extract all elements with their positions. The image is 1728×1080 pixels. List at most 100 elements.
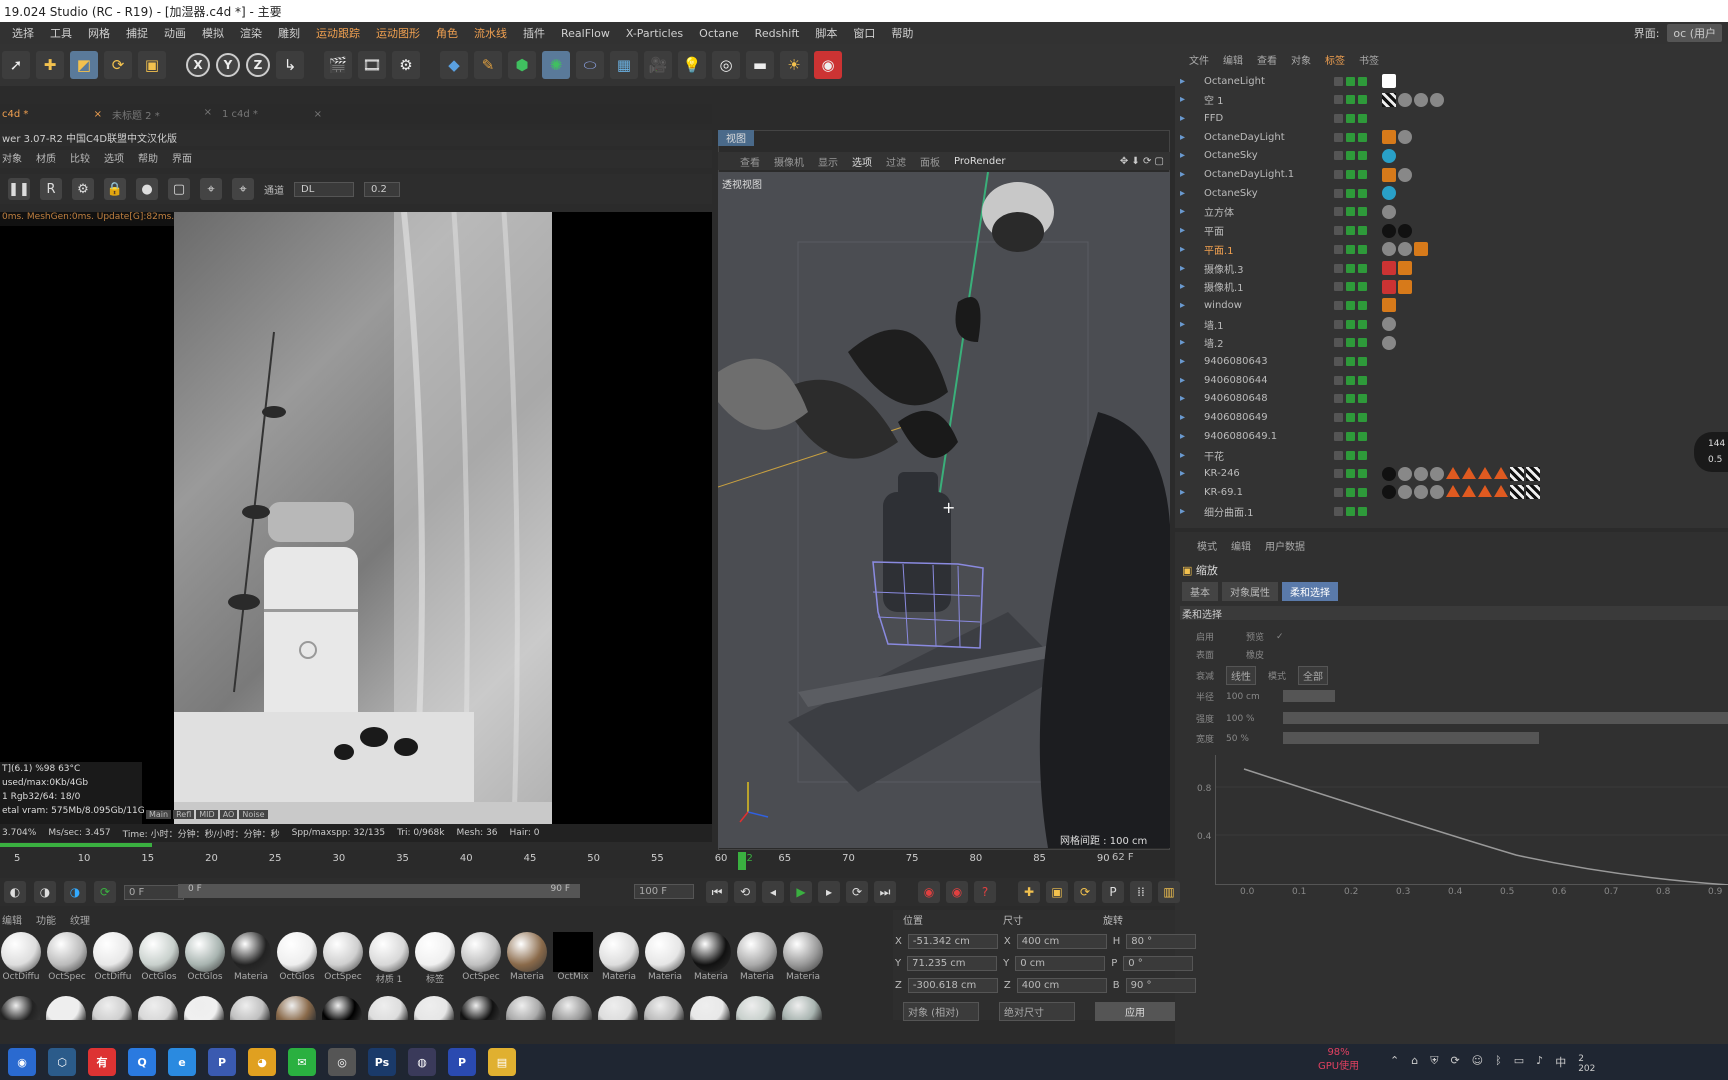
- om-menu-tags[interactable]: 标签: [1325, 52, 1345, 67]
- object-name[interactable]: FFD: [1204, 113, 1324, 124]
- tag-icon[interactable]: [1382, 130, 1396, 145]
- lv-menu-interface[interactable]: 界面: [172, 150, 192, 168]
- object-row[interactable]: ▸ window: [1180, 296, 1728, 314]
- object-name[interactable]: KR-246: [1204, 468, 1324, 479]
- tag-icon[interactable]: [1414, 242, 1428, 257]
- object-name[interactable]: 平面.1: [1204, 242, 1324, 257]
- autokey-icon[interactable]: ⟳: [94, 881, 116, 903]
- object-tags[interactable]: [1382, 148, 1396, 163]
- channel-amount[interactable]: 0.2: [364, 181, 400, 197]
- object-visibility-flags[interactable]: [1334, 487, 1374, 497]
- object-name[interactable]: 9406080648: [1204, 393, 1324, 404]
- object-visibility-flags[interactable]: [1334, 151, 1374, 161]
- material-ball-icon[interactable]: [276, 996, 316, 1020]
- menu-octane[interactable]: Octane: [699, 27, 739, 40]
- object-tags[interactable]: [1382, 279, 1412, 294]
- tag-icon[interactable]: [1382, 148, 1396, 163]
- object-row[interactable]: ▸ 摄像机.3: [1180, 259, 1728, 277]
- app-circle-icon[interactable]: ◎: [328, 1048, 356, 1076]
- vp-menu-cameras[interactable]: 摄像机: [774, 154, 804, 169]
- area-light-icon[interactable]: ▬: [746, 51, 774, 79]
- octane-camera-icon[interactable]: ◉: [814, 51, 842, 79]
- menu-render[interactable]: 渲染: [240, 25, 262, 41]
- help-key-icon[interactable]: ?: [974, 881, 996, 903]
- material-ball-icon[interactable]: [736, 996, 776, 1020]
- material-swatch[interactable]: Materia: [736, 932, 778, 988]
- object-visibility-flags[interactable]: [1334, 113, 1374, 123]
- sun-icon[interactable]: ☀: [780, 51, 808, 79]
- material-swatch[interactable]: Materia: [782, 932, 824, 988]
- render-preview[interactable]: [174, 212, 552, 824]
- object-row[interactable]: ▸ KR-69.1: [1180, 483, 1728, 501]
- vp-menu-panel[interactable]: 面板: [920, 154, 940, 169]
- menu-window[interactable]: 窗口: [853, 25, 875, 41]
- width-slider[interactable]: [1283, 732, 1539, 744]
- material-swatch[interactable]: OctGlos: [138, 932, 180, 988]
- key-scale-icon[interactable]: ▣: [1046, 881, 1068, 903]
- object-visibility-flags[interactable]: [1334, 506, 1374, 516]
- z-axis-icon[interactable]: Z: [246, 53, 270, 77]
- tag-icon[interactable]: [1446, 466, 1460, 479]
- object-name[interactable]: 9406080649.1: [1204, 431, 1324, 442]
- menu-plugins[interactable]: 插件: [523, 25, 545, 41]
- tag-icon[interactable]: [1398, 130, 1412, 145]
- object-visibility-flags[interactable]: [1334, 132, 1374, 142]
- attr-tab-object[interactable]: 对象属性: [1222, 582, 1278, 601]
- tag-icon[interactable]: [1398, 92, 1412, 107]
- record-mode-icon[interactable]: ◐: [4, 881, 26, 903]
- tag-icon[interactable]: [1398, 167, 1412, 182]
- tag-icon[interactable]: [1398, 223, 1412, 238]
- y-axis-icon[interactable]: Y: [216, 53, 240, 77]
- autokey-record-icon[interactable]: ◉: [946, 881, 968, 903]
- object-visibility-flags[interactable]: [1334, 244, 1374, 254]
- object-name[interactable]: 立方体: [1204, 204, 1324, 219]
- object-name[interactable]: KR-69.1: [1204, 487, 1324, 498]
- tag-icon[interactable]: [1382, 335, 1396, 350]
- material-ball-icon[interactable]: [184, 996, 224, 1020]
- tray-clock[interactable]: 2 202: [1578, 1054, 1595, 1074]
- vp-menu-view[interactable]: 查看: [740, 154, 760, 169]
- strength-slider[interactable]: [1283, 712, 1728, 724]
- layout-dropdown[interactable]: oc (用户: [1667, 24, 1722, 42]
- menu-select[interactable]: 选择: [12, 25, 34, 41]
- tab-refl[interactable]: Refl: [173, 810, 195, 819]
- object-row[interactable]: ▸ OctaneDayLight.1: [1180, 166, 1728, 184]
- tag-icon[interactable]: [1398, 279, 1412, 294]
- object-row[interactable]: ▸ 细分曲面.1: [1180, 502, 1728, 520]
- object-name[interactable]: 摄像机.1: [1204, 279, 1324, 294]
- om-menu-file[interactable]: 文件: [1189, 52, 1209, 67]
- object-row[interactable]: ▸ OctaneLight: [1180, 72, 1728, 90]
- tray-person-icon[interactable]: ☺: [1472, 1054, 1483, 1074]
- object-row[interactable]: ▸ 立方体: [1180, 203, 1728, 221]
- material-swatch[interactable]: OctMix: [552, 932, 594, 988]
- tray-volume-icon[interactable]: ♪: [1536, 1054, 1543, 1074]
- target-icon[interactable]: ◎: [712, 51, 740, 79]
- lock-icon[interactable]: 🔒: [104, 178, 126, 200]
- tag-icon[interactable]: [1382, 92, 1396, 107]
- material-swatch[interactable]: Materia: [690, 932, 732, 988]
- material-ball-icon[interactable]: [782, 996, 822, 1020]
- material-ball-icon[interactable]: [0, 996, 40, 1020]
- material-swatch[interactable]: Materia: [506, 932, 548, 988]
- size-z-field[interactable]: 400 cm: [1016, 978, 1107, 993]
- tab-document-2[interactable]: 未标题 2 * ×: [112, 107, 212, 122]
- camera-icon[interactable]: 🎥: [644, 51, 672, 79]
- menu-mesh[interactable]: 网格: [88, 25, 110, 41]
- attr-tab-basic[interactable]: 基本: [1182, 582, 1218, 601]
- max-frame-field[interactable]: 100 F: [634, 884, 694, 899]
- mat-menu-edit[interactable]: 编辑: [2, 912, 22, 928]
- transform-icon[interactable]: ▣: [138, 51, 166, 79]
- material-swatch[interactable]: 标签: [414, 932, 456, 988]
- youdao-icon[interactable]: 有: [88, 1048, 116, 1076]
- tag-icon[interactable]: [1382, 223, 1396, 238]
- object-name[interactable]: 9406080649: [1204, 412, 1324, 423]
- object-tags[interactable]: [1382, 298, 1396, 313]
- tag-icon[interactable]: [1414, 92, 1428, 107]
- menu-pipeline[interactable]: 流水线: [474, 25, 507, 41]
- key-position-icon[interactable]: ✚: [1018, 881, 1040, 903]
- cloner-icon[interactable]: ✺: [542, 51, 570, 79]
- object-name[interactable]: OctaneDayLight: [1204, 132, 1324, 143]
- tray-network-icon[interactable]: ⌂: [1411, 1054, 1418, 1074]
- object-name[interactable]: 摄像机.3: [1204, 261, 1324, 276]
- tag-icon[interactable]: [1526, 466, 1540, 481]
